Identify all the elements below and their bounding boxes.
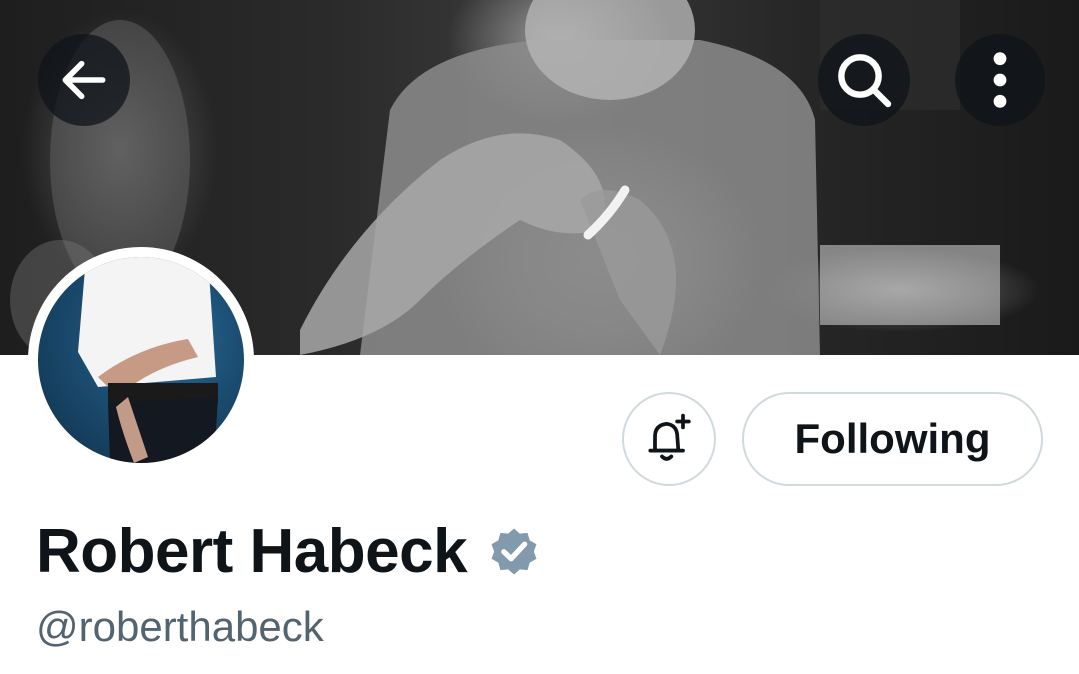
more-options-button[interactable] — [955, 34, 1045, 126]
avatar-photo — [38, 257, 244, 463]
back-button[interactable] — [38, 34, 130, 126]
notifications-button[interactable] — [622, 392, 716, 486]
display-name: Robert Habeck — [36, 516, 468, 586]
arrow-left-icon — [62, 60, 106, 100]
profile-avatar[interactable] — [28, 247, 254, 473]
verified-badge-icon[interactable] — [485, 522, 543, 580]
profile-name-row: Robert Habeck — [36, 515, 543, 587]
bell-plus-icon — [648, 413, 691, 461]
more-vertical-icon — [993, 52, 1007, 108]
following-button[interactable]: Following — [742, 392, 1043, 486]
search-button[interactable] — [818, 34, 910, 126]
profile-handle: @roberthabeck — [36, 603, 324, 650]
search-icon — [838, 54, 892, 108]
